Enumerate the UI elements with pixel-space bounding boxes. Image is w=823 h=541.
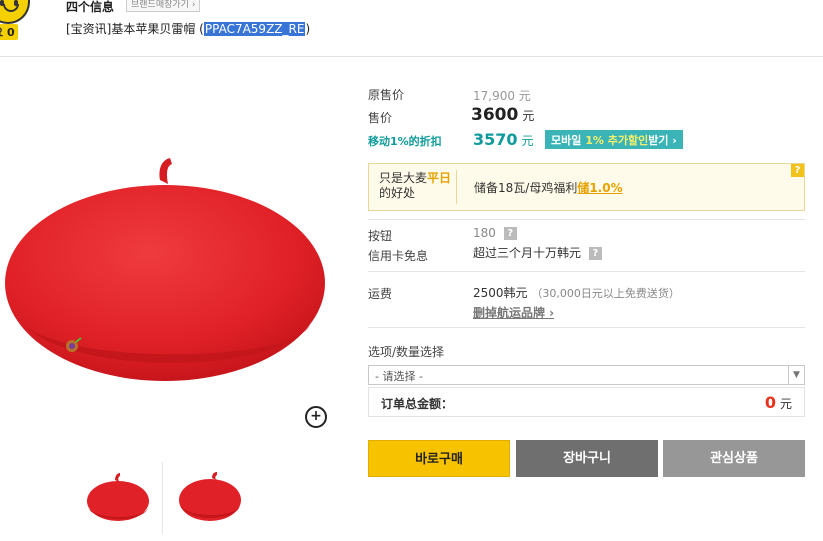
product-thumbnail-2[interactable] [174,470,246,530]
original-price: 17,900 元 [473,89,531,103]
benefit-percent-link[interactable]: 储1.0% [577,181,622,195]
product-header: 요 0 四个信息 브랜드매장가기 › [宝资讯]基本苹果贝雷帽 (PPAC7A5… [0,0,823,57]
mobile-discount-label: 移动1%的折扣 [368,135,442,148]
benefit-divider [456,170,457,204]
card-label: 信用卡免息 [368,249,429,263]
buy-now-button[interactable]: 바로구매 [368,440,510,477]
shipping-brand-link[interactable]: 删掉航运品牌 › [473,304,554,321]
mobile-discount-button[interactable]: 모바일 1% 추가할인받기 › [545,130,683,149]
order-total-value: 0元 [764,393,792,412]
points-help-icon[interactable]: ? [503,227,517,240]
mileage-badge[interactable]: 요 0 [0,0,30,44]
divider [368,219,805,220]
original-price-row: 原售价 [368,88,405,102]
product-thumbnail-1[interactable] [82,470,154,530]
divider [368,327,805,328]
brand-store-button[interactable]: 브랜드매장가기 › [126,0,201,12]
divider [368,271,805,272]
badge-count: 요 0 [0,24,18,40]
chevron-down-icon[interactable]: ▼ [788,366,804,384]
zoom-plus-icon[interactable]: + [305,406,327,428]
wishlist-button[interactable]: 관심상품 [663,440,805,477]
sale-price-label: 售价 [368,111,393,125]
product-title: [宝资讯]基本苹果贝雷帽 (PPAC7A59ZZ_RE) [66,22,311,36]
order-total-box: 订单总金额： 0元 [368,387,805,417]
shipping-label: 运费 [368,287,393,301]
order-total-label: 订单总金额： [381,397,454,411]
card-value: 超过三个月十万韩元 ? [473,244,602,261]
benefit-label: 只是大麦平日 的好处 [379,171,452,200]
card-help-icon[interactable]: ? [588,247,602,260]
product-code: PPAC7A59ZZ_RE [203,22,306,36]
benefit-help-icon[interactable]: ? [791,164,804,177]
smiley-icon [0,0,30,24]
mobile-price: 3570 元 [473,130,534,149]
option-label: 选项/数量选择 [368,345,445,359]
thumbnail-divider [162,462,163,534]
points-value: 180 ? [473,226,517,240]
benefit-text: 储备18瓦/母鸡福利储1.0% [474,181,623,195]
sale-price: 3600 元 [471,105,535,125]
product-main-image[interactable] [0,150,330,390]
add-to-cart-button[interactable]: 장바구니 [516,440,658,477]
shipping-value: 2500韩元 （30,000日元以上免费送货） [473,286,680,300]
shop-name[interactable]: 四个信息 [66,0,114,15]
option-select[interactable]: - 请选择 - ▼ [368,365,805,385]
benefit-box: 只是大麦平日 的好处 储备18瓦/母鸡福利储1.0% ? [368,163,805,211]
points-label: 按钮 [368,229,393,243]
